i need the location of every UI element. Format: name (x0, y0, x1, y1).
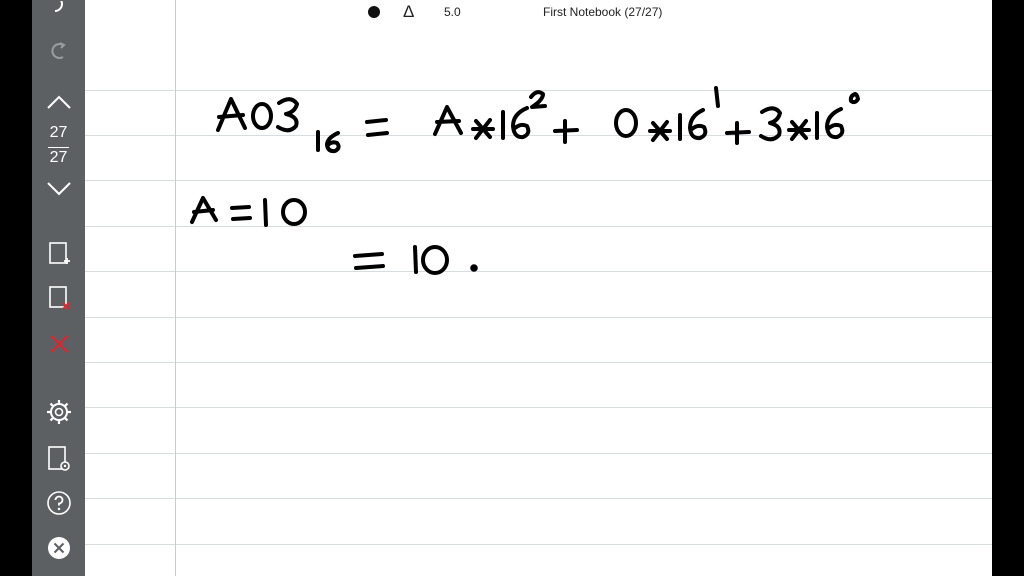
left-letterbox (0, 0, 32, 576)
undo-icon[interactable] (32, 0, 85, 22)
sidebar: 27 27 (32, 0, 85, 576)
page-counter-divider (48, 147, 69, 148)
handwriting-canvas[interactable] (85, 0, 992, 576)
settings-icon[interactable] (32, 398, 85, 426)
help-icon[interactable] (32, 490, 85, 516)
current-page-number: 27 (49, 124, 68, 141)
total-pages-number: 27 (49, 149, 68, 166)
delete-page-icon[interactable] (32, 284, 85, 312)
add-page-icon[interactable] (32, 240, 85, 268)
ink-line-3 (353, 245, 478, 275)
clear-icon[interactable] (32, 332, 85, 356)
notebook-page[interactable]: Δ 5.0 First Notebook (27/27) (85, 0, 992, 576)
ink-line-2 (190, 196, 307, 227)
ink-line-1 (216, 86, 860, 154)
page-settings-icon[interactable] (32, 444, 85, 474)
right-letterbox (992, 0, 1024, 576)
redo-icon[interactable] (32, 38, 85, 64)
close-icon[interactable] (32, 535, 85, 561)
page-up-icon[interactable] (32, 92, 85, 112)
page-down-icon[interactable] (32, 178, 85, 198)
